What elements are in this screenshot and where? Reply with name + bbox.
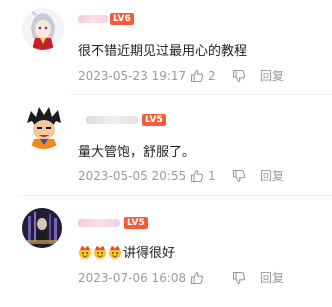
comment-text-body: 讲得很好 bbox=[123, 246, 176, 261]
comment-date: 2023-05-23 19:17 bbox=[78, 68, 187, 83]
thumbs-up-icon[interactable] bbox=[190, 69, 204, 83]
thumbs-up-icon[interactable] bbox=[190, 271, 204, 285]
avatar[interactable] bbox=[22, 208, 62, 248]
party-emoji-icon bbox=[108, 245, 122, 259]
level-badge: LV5 bbox=[124, 217, 148, 229]
level-badge: LV6 bbox=[110, 13, 134, 25]
comment-date: 2023-05-05 20:55 bbox=[78, 168, 187, 183]
thumbs-up-icon[interactable] bbox=[190, 169, 204, 183]
comment-item: LV5 讲得很好 2023-07-06 16:08 回复 bbox=[0, 196, 332, 307]
party-emoji-icon bbox=[93, 245, 107, 259]
reply-button[interactable]: 回复 bbox=[260, 167, 284, 184]
like-count: 2 bbox=[208, 68, 216, 83]
username-blurred[interactable] bbox=[78, 15, 108, 23]
comment-meta: 2023-07-06 16:08 回复 bbox=[78, 269, 284, 286]
reply-button[interactable]: 回复 bbox=[260, 67, 284, 84]
comment-meta: 2023-05-23 19:17 2 回复 bbox=[78, 67, 284, 84]
thumbs-down-icon[interactable] bbox=[232, 169, 246, 183]
thumbs-down-icon[interactable] bbox=[232, 69, 246, 83]
username-blurred[interactable] bbox=[78, 219, 120, 227]
level-badge: LV5 bbox=[142, 114, 166, 126]
comment-item: LV6 很不错近期见过最用心的教程 2023-05-23 19:17 2 回复 bbox=[0, 0, 332, 95]
party-emoji-icon bbox=[78, 245, 92, 259]
like-count: 1 bbox=[208, 168, 216, 183]
avatar[interactable] bbox=[22, 8, 64, 50]
thumbs-down-icon[interactable] bbox=[232, 271, 246, 285]
comment-date: 2023-07-06 16:08 bbox=[78, 270, 187, 285]
comment-text: 量大管饱，舒服了。 bbox=[78, 145, 196, 160]
comment-meta: 2023-05-05 20:55 1 回复 bbox=[78, 167, 284, 184]
reply-button[interactable]: 回复 bbox=[260, 269, 284, 286]
username-blurred[interactable] bbox=[86, 116, 138, 124]
comment-text: 很不错近期见过最用心的教程 bbox=[78, 44, 248, 59]
comment-item: LV5 量大管饱，舒服了。 2023-05-05 20:55 1 回复 bbox=[0, 95, 332, 196]
avatar[interactable] bbox=[22, 105, 66, 149]
comment-text: 讲得很好 bbox=[78, 242, 175, 261]
